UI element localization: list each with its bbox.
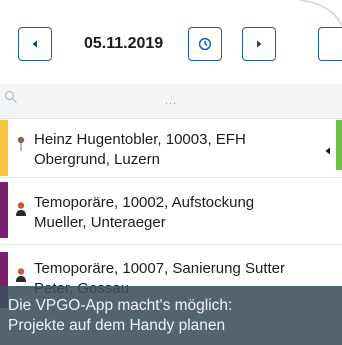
list-divider (0, 244, 342, 245)
caption-line-2: Projekte auf dem Handy planen (8, 317, 226, 334)
search-icon (4, 90, 17, 103)
location-pin-icon (17, 136, 25, 151)
person-icon (16, 202, 26, 216)
project-location: Obergrund, Luzern (34, 151, 160, 168)
project-list-item[interactable]: Heinz Hugentobler, 10003, EFH Obergrund,… (0, 120, 342, 176)
card-edge-decoration (299, 0, 342, 27)
project-color-bar (0, 120, 8, 176)
project-title: Temoporäre, 10007, Sanierung Sutter (34, 260, 285, 277)
project-title: Heinz Hugentobler, 10003, EFH (34, 131, 246, 148)
search-input[interactable] (26, 91, 316, 111)
project-color-bar (0, 182, 8, 238)
caption-line-1: Die VPGO-App macht's möglich: (8, 297, 233, 314)
status-indicator (336, 120, 342, 170)
project-location: Mueller, Unteraeger (34, 214, 166, 231)
project-list-item[interactable]: Temoporäre, 10002, Aufstockung Mueller, … (0, 182, 342, 238)
project-title: Temoporäre, 10002, Aufstockung (34, 194, 255, 211)
list-divider (0, 177, 342, 178)
collapse-arrow-icon[interactable] (323, 146, 333, 156)
app-screenshot: 05.11.2019 Heinz Hugentobler, (0, 0, 342, 345)
caption-overlay: Die VPGO-App macht's möglich: Projekte a… (0, 286, 342, 345)
search-bar (0, 84, 342, 119)
person-icon (16, 268, 26, 282)
